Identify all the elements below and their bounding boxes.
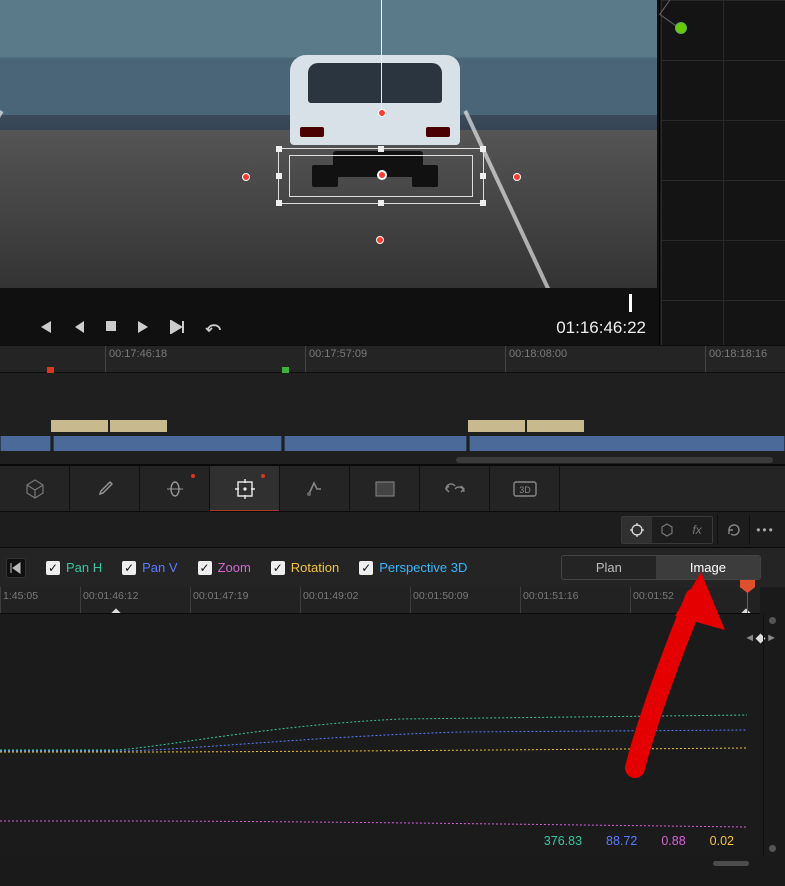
timeline-ruler[interactable]: 00:17:46:18 00:17:57:09 00:18:08:00 00:1…: [0, 345, 785, 373]
ruler-tick: 00:18:08:00: [505, 346, 567, 372]
more-icon[interactable]: •••: [749, 515, 781, 545]
ruler-tick: 00:18:18:16: [705, 346, 767, 372]
node-dot[interactable]: [675, 22, 687, 34]
check-rotation[interactable]: ✓ Rotation: [271, 560, 339, 575]
tracker-top-controls: fx •••: [0, 511, 785, 547]
tab-nodes[interactable]: [0, 466, 70, 512]
viewer-panel: 01:16:46:22: [0, 0, 660, 345]
goto-end-icon[interactable]: [169, 320, 185, 337]
segment-plan[interactable]: Plan: [562, 556, 656, 579]
goto-start-icon[interactable]: [37, 320, 53, 337]
tab-window[interactable]: [350, 466, 420, 512]
track-one-frame-back-icon[interactable]: [6, 558, 26, 578]
mini-timeline[interactable]: [0, 373, 785, 465]
video-frame[interactable]: [0, 0, 657, 288]
tab-picker[interactable]: [70, 466, 140, 512]
viewer-range-slider[interactable]: [0, 296, 640, 304]
tracker-options-row: ✓ Pan H ✓ Pan V ✓ Zoom ✓ Rotation ✓ Pers…: [0, 547, 785, 587]
tracker-values: 376.83 88.72 0.88 0.02: [0, 834, 760, 852]
mini-timeline-scrollbar[interactable]: [456, 457, 773, 463]
tracker-graph[interactable]: 376.83 88.72 0.88 0.02: [0, 613, 760, 856]
check-zoom[interactable]: ✓ Zoom: [198, 560, 251, 575]
check-pan-h[interactable]: ✓ Pan H: [46, 560, 102, 575]
segment-image[interactable]: Image: [656, 556, 760, 579]
graph-hscroll[interactable]: [0, 856, 785, 872]
cube-icon: [652, 517, 682, 543]
reset-icon[interactable]: [717, 515, 749, 545]
node-graph-panel[interactable]: [661, 0, 785, 345]
plan-image-segment[interactable]: Plan Image: [561, 555, 761, 580]
tab-qualifier[interactable]: [280, 466, 350, 512]
ruler-tick: 00:17:57:09: [305, 346, 367, 372]
check-perspective-3d[interactable]: ✓ Perspective 3D: [359, 560, 467, 575]
tab-3d[interactable]: 3D: [490, 466, 560, 512]
tab-key[interactable]: [420, 466, 490, 512]
stop-icon[interactable]: [105, 320, 117, 337]
prev-keyframe-icon: ◄: [744, 632, 755, 644]
tab-curves[interactable]: [140, 466, 210, 512]
tab-tracker[interactable]: [210, 466, 280, 512]
tracker-mode-toggle[interactable]: fx: [621, 516, 713, 544]
svg-text:3D: 3D: [519, 485, 531, 495]
play-icon[interactable]: [137, 320, 149, 337]
loop-icon[interactable]: [205, 320, 223, 337]
transport-controls: 01:16:46:22: [0, 312, 660, 345]
graph-zoom-slider[interactable]: [763, 613, 779, 856]
ruler-tick: 00:17:46:18: [105, 346, 167, 372]
check-pan-v[interactable]: ✓ Pan V: [122, 560, 177, 575]
target-icon: [622, 517, 652, 543]
fx-icon: fx: [682, 517, 712, 543]
step-back-icon[interactable]: [73, 320, 85, 337]
graph-curves: [0, 614, 760, 857]
color-tool-tabs: 3D: [0, 465, 785, 511]
viewer-timecode[interactable]: 01:16:46:22: [556, 318, 646, 338]
